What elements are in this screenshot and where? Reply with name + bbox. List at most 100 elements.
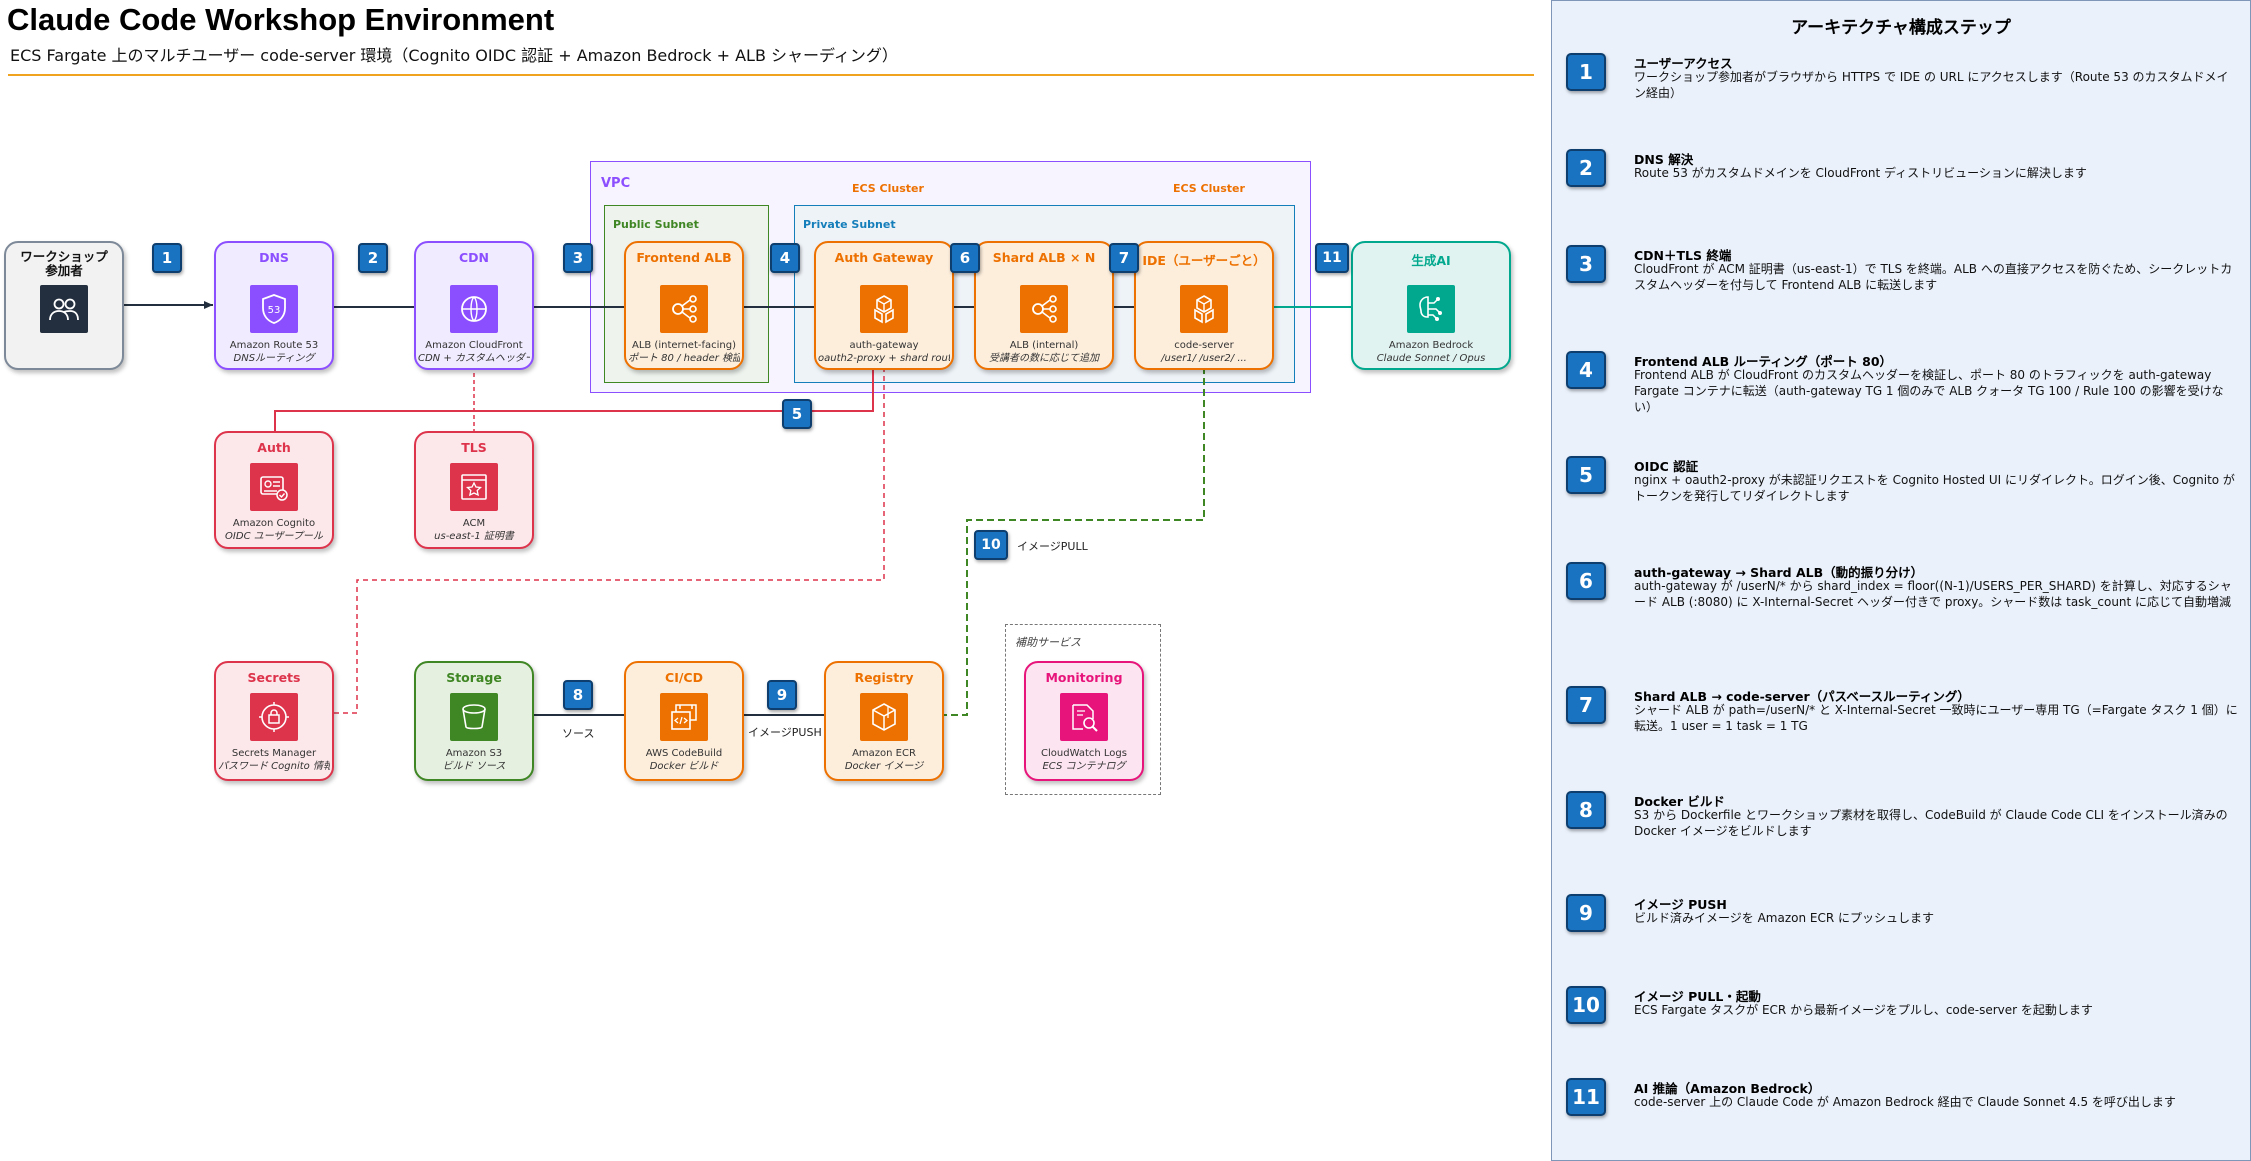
node-auth-gateway-name: auth-gateway [849,340,919,351]
node-cicd-desc: Docker ビルド [649,761,719,772]
node-cicd-name: AWS CodeBuild [645,748,723,759]
node-bedrock-desc: Claude Sonnet / Opus [1376,353,1486,364]
step-description: CloudFront が ACM 証明書（us-east-1）で TLS を終端… [1634,262,2233,292]
edge-secrets-to-auth-gateway [307,331,885,714]
codebuild-icon [660,693,708,741]
node-ide-desc: /user1/ /user2/ ... [1161,353,1247,364]
node-monitoring[interactable]: Monitoring CloudWatch Logs ECS コンテナログ [1024,661,1144,781]
node-shard-alb-desc: 受講者の数に応じて追加 [989,353,1099,364]
step-number-badge: 4 [1566,351,1606,389]
node-tls-desc: us-east-1 証明書 [434,531,514,542]
node-cicd-title: CI/CD [665,670,703,685]
node-monitoring-title: Monitoring [1045,670,1123,685]
node-monitoring-desc: ECS コンテナログ [1042,761,1126,772]
flow-step-badge[interactable]: 7 [1109,243,1139,273]
node-tls-title: TLS [461,440,487,455]
node-dns-name: Amazon Route 53 [229,340,319,351]
step-number-badge: 10 [1566,986,1606,1024]
step-description: code-server 上の Claude Code が Amazon Bedr… [1634,1095,2176,1109]
node-registry[interactable]: Registry Amazon ECR Docker イメージ [824,661,944,781]
node-ide-caption: code-server /user1/ /user2/ ... [1138,339,1270,365]
node-storage-name: Amazon S3 [445,748,503,759]
node-auth-gateway-desc: oauth2-proxy + shard router [818,353,950,364]
node-secrets[interactable]: Secrets Secrets Manager パスワード Cognito 情報 [214,661,334,781]
node-cdn-caption: Amazon CloudFront CDN + カスタムヘッダー [418,339,530,365]
step-number-badge: 5 [1566,456,1606,494]
node-bedrock-caption: Amazon Bedrock Claude Sonnet / Opus [1355,339,1507,365]
node-cdn-title: CDN [458,250,489,265]
bedrock-icon [1407,285,1455,333]
node-ide[interactable]: IDE（ユーザーごと） code-server /user1/ /user2/ … [1134,241,1274,370]
node-registry-desc: Docker イメージ [844,761,924,772]
edge-label-pull: イメージPULL [1017,540,1088,553]
flow-step-badge[interactable]: 1 [152,243,182,273]
node-tls-name: ACM [462,518,486,529]
step-description: Frontend ALB が CloudFront のカスタムヘッダーを検証し、… [1634,368,2224,414]
node-dns[interactable]: DNS 53 Amazon Route 53 DNSルーティング [214,241,334,370]
alb-icon [1020,285,1068,333]
node-cdn[interactable]: CDN Amazon CloudFront CDN + カスタムヘッダー [414,241,534,370]
step-description: nginx + oauth2-proxy が未認証リクエストを Cognito … [1634,473,2235,503]
node-user[interactable]: ワークショップ 参加者 [4,241,124,370]
edge-ecr-to-ide-pull [907,333,1208,716]
node-cicd-caption: AWS CodeBuild Docker ビルド [628,747,740,773]
node-storage[interactable]: Storage Amazon S3 ビルド ソース [414,661,534,781]
alb-icon [660,285,708,333]
step-description: S3 から Dockerfile とワークショップ素材を取得し、CodeBuil… [1634,808,2228,838]
step-number-badge: 1 [1566,53,1606,91]
flow-step-badge[interactable]: 5 [782,399,812,429]
node-cicd[interactable]: CI/CD AWS CodeBuild Docker ビルド [624,661,744,781]
node-ide-name: code-server [1174,340,1234,351]
edge-auth-gateway-to-cognito [271,331,874,461]
node-storage-desc: ビルド ソース [442,761,506,772]
node-shard-alb[interactable]: Shard ALB × N ALB (internal) 受講者の数に応じて追加 [974,241,1114,370]
node-auth-desc: OIDC ユーザープール [225,531,323,542]
secrets-manager-icon [250,693,298,741]
ecr-icon [860,693,908,741]
node-secrets-title: Secrets [247,670,301,685]
node-monitoring-caption: CloudWatch Logs ECS コンテナログ [1028,747,1140,773]
node-frontend-alb[interactable]: Frontend ALB ALB (internet-facing) ポート 8… [624,241,744,370]
node-storage-caption: Amazon S3 ビルド ソース [418,747,530,773]
connector-layer [124,301,1409,719]
cognito-icon [250,463,298,511]
node-dns-desc: DNSルーティング [233,353,315,364]
node-secrets-name: Secrets Manager [231,748,317,759]
flow-step-badge[interactable]: 2 [358,243,388,273]
node-registry-name: Amazon ECR [852,748,916,759]
step-description: シャード ALB が path=/userN/* と X-Internal-Se… [1634,703,2238,733]
node-bedrock-title: 生成AI [1411,253,1451,268]
flow-step-badge[interactable]: 9 [767,680,797,710]
flow-step-badge[interactable]: 3 [563,243,593,273]
node-cdn-desc: CDN + カスタムヘッダー [418,353,530,364]
edge-label-push: イメージPUSH [748,726,822,739]
step-description: ワークショップ参加者がブラウザから HTTPS で IDE の URL にアクセ… [1634,70,2229,100]
node-user-title: ワークショップ 参加者 [20,249,108,278]
node-shard-alb-caption: ALB (internal) 受講者の数に応じて追加 [978,339,1110,365]
node-bedrock-name: Amazon Bedrock [1388,340,1474,351]
flow-step-badge[interactable]: 10 [974,530,1008,560]
step-number-badge: 11 [1566,1078,1606,1116]
node-storage-title: Storage [446,670,502,685]
flow-step-badge[interactable]: 11 [1315,243,1349,273]
step-description: ECS Fargate タスクが ECR から最新イメージをプルし、code-s… [1634,1003,2093,1017]
node-auth-gateway-title: Auth Gateway [834,250,934,265]
flow-step-badge[interactable]: 6 [950,243,980,273]
node-frontend-alb-desc: ポート 80 / header 検証 [628,353,740,364]
node-auth-gateway[interactable]: Auth Gateway auth-gateway oauth2-proxy +… [814,241,954,370]
step-number-badge: 8 [1566,791,1606,829]
flow-step-badge[interactable]: 4 [770,243,800,273]
node-auth-name: Amazon Cognito [232,518,316,529]
steps-panel: アーキテクチャ構成ステップ 1 ユーザーアクセス ワークショップ参加者がブラウザから… [1551,0,2251,1161]
node-shard-alb-title: Shard ALB × N [992,250,1096,265]
node-frontend-alb-name: ALB (internet-facing) [631,340,736,351]
acm-icon [450,463,498,511]
node-auth-title: Auth [257,440,291,455]
node-auth[interactable]: Auth Amazon Cognito OIDC ユーザープール [214,431,334,549]
node-bedrock[interactable]: 生成AI Amazon Bedrock Claude Sonnet / Opus [1351,241,1511,370]
diagram-canvas: Claude Code Workshop Environment ECS Far… [0,0,1545,1161]
flow-step-badge[interactable]: 8 [563,680,593,710]
node-tls[interactable]: TLS ACM us-east-1 証明書 [414,431,534,549]
svg-text:53: 53 [268,305,281,316]
node-frontend-alb-title: Frontend ALB [636,250,732,265]
